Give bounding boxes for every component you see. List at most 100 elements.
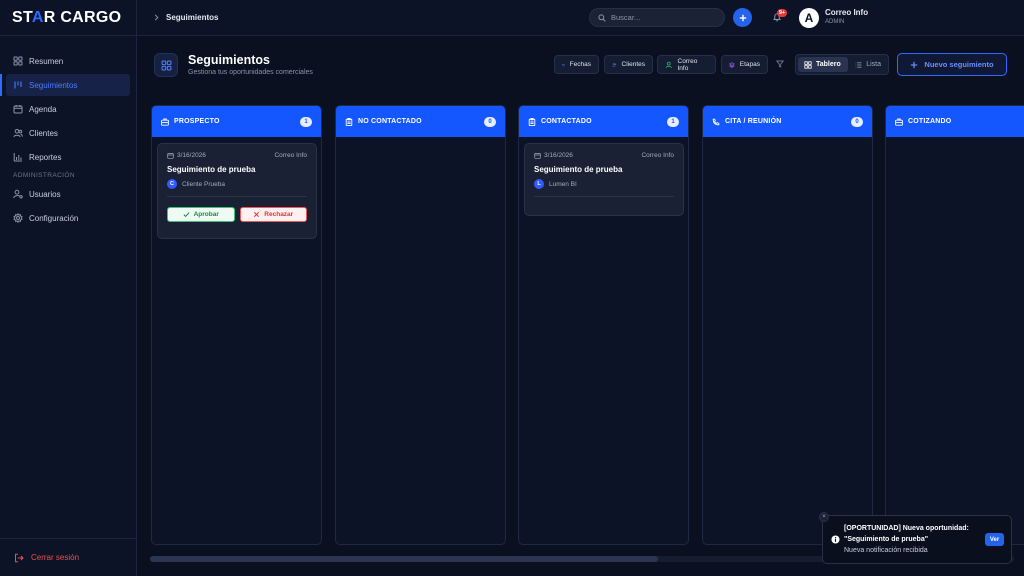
calendar-icon [534,153,541,159]
toast-view-button[interactable]: Ver [985,533,1004,546]
grid-icon [161,60,171,70]
grid-icon [13,56,23,66]
followup-card[interactable]: 3/16/2026 Correo Info Seguimiento de pru… [524,143,684,216]
card-date-text: 3/16/2026 [177,152,206,159]
search-box[interactable] [589,8,725,27]
notification-badge: 9+ [777,9,787,17]
avatar[interactable]: A [799,8,819,28]
brand-logo[interactable]: STAR CARGO [0,0,136,36]
brand-wordmark: STAR CARGO [12,8,122,26]
notification-toast: × [OPORTUNIDAD] Nueva oportunidad: "Segu… [819,512,1012,564]
card-client: L Lumen BI [534,179,674,189]
client-avatar: C [167,179,177,189]
layers-icon [729,61,735,68]
check-icon [183,212,190,218]
view-list-label: Lista [866,61,881,68]
plus-icon [911,61,918,68]
kanban-icon [14,81,22,89]
filter-clientes-button[interactable]: Clientes [604,55,653,74]
kanban-column-cita-reunion: CITA / REUNIÓN 0 [702,105,873,545]
card-client: C Cliente Prueba [167,179,307,189]
client-name: Lumen BI [549,180,577,188]
filter-label: Correo Info [677,57,698,72]
users-icon [13,129,23,138]
reject-button[interactable]: Rechazar [239,207,307,222]
user-settings-icon [13,189,23,199]
sidebar: STAR CARGO Resumen Seguimientos Agenda C… [0,0,137,576]
column-header: CONTACTADO 1 [519,106,688,137]
page-title: Seguimientos [188,53,270,67]
new-followup-label: Nuevo seguimiento [924,60,994,69]
client-avatar: L [534,179,544,189]
breadcrumb: Seguimientos [137,13,218,22]
column-count-badge: 0 [484,116,496,127]
filter-etapas-button[interactable]: Etapas [721,55,768,74]
filter-user-button[interactable]: Correo Info [657,55,716,74]
kanban-column-cotizando: COTIZANDO [885,105,1024,545]
approve-button[interactable]: Aprobar [167,207,235,222]
filter-label: Fechas [569,61,591,68]
user-icon [665,61,672,68]
column-count-badge: 1 [667,116,679,127]
column-title: CONTACTADO [541,118,592,125]
column-title: COTIZANDO [908,118,952,125]
card-actions: Aprobar Rechazar [167,207,307,222]
card-owner: Correo Info [641,152,674,159]
approve-label: Aprobar [193,211,219,218]
followup-card[interactable]: 3/16/2026 Correo Info Seguimiento de pru… [157,143,317,239]
bar-chart-icon [13,153,22,162]
filter-fechas-button[interactable]: Fechas [554,55,599,74]
sidebar-item-reportes[interactable]: Reportes [6,146,130,168]
funnel-icon[interactable] [776,60,784,68]
sidebar-item-seguimientos[interactable]: Seguimientos [0,74,130,96]
grid-icon [804,60,812,69]
kanban-column-contactado: CONTACTADO 1 3/16/2026 Correo Info Segui… [518,105,689,545]
sidebar-item-configuracion[interactable]: Configuración [6,207,130,229]
view-list-button[interactable]: Lista [849,57,887,72]
breadcrumb-current: Seguimientos [166,13,219,22]
briefcase-icon [895,118,903,126]
search-input[interactable] [611,13,711,22]
column-count-badge: 0 [851,116,863,127]
logout-icon [15,553,24,562]
sidebar-item-agenda[interactable]: Agenda [6,98,130,120]
close-icon: × [822,514,826,520]
view-board-button[interactable]: Tablero [798,57,848,72]
new-followup-button[interactable]: Nuevo seguimiento [897,53,1007,76]
card-date: 3/16/2026 [534,152,573,159]
card-title: Seguimiento de prueba [167,165,256,174]
sidebar-item-label: Reportes [29,152,62,162]
calendar-icon [13,105,23,114]
column-title: NO CONTACTADO [358,118,422,125]
filter-label: Etapas [739,61,760,68]
column-header: CITA / REUNIÓN 0 [703,106,872,137]
toast-subject: "Seguimiento de prueba" [844,536,929,543]
toast-close-button[interactable]: × [819,512,829,522]
users-icon [612,62,617,67]
sidebar-nav: Resumen Seguimientos Agenda Clientes Rep… [0,36,136,229]
card-divider [534,196,674,197]
search-icon [598,13,606,22]
view-board-label: Tablero [816,61,841,68]
quick-add-button[interactable] [733,8,752,27]
logout-label: Cerrar sesión [31,553,80,562]
toast-title: [OPORTUNIDAD] Nueva oportunidad: [844,525,969,532]
card-date: 3/16/2026 [167,152,206,159]
card-title: Seguimiento de prueba [534,165,623,174]
info-icon [831,535,840,544]
sidebar-item-resumen[interactable]: Resumen [6,50,130,72]
user-role: ADMIN [825,19,845,25]
page-subtitle: Gestiona tus oportunidades comerciales [188,69,313,76]
sidebar-item-usuarios[interactable]: Usuarios [6,183,130,205]
column-count-badge: 1 [300,116,312,127]
toast-message: Nueva notificación recibida [844,547,928,554]
card-meta: 3/16/2026 Correo Info [167,152,307,159]
logout-button[interactable]: Cerrar sesión [0,538,136,576]
phone-icon [712,118,720,125]
calendar-icon [167,153,174,159]
sidebar-item-clientes[interactable]: Clientes [6,122,130,144]
sidebar-section-admin: ADMINISTRACIÓN [13,172,75,179]
sidebar-item-label: Clientes [29,128,58,138]
board-scrollbar-thumb[interactable] [150,556,658,562]
kanban-column-prospecto: PROSPECTO 1 3/16/2026 Correo Info Seguim… [151,105,322,545]
